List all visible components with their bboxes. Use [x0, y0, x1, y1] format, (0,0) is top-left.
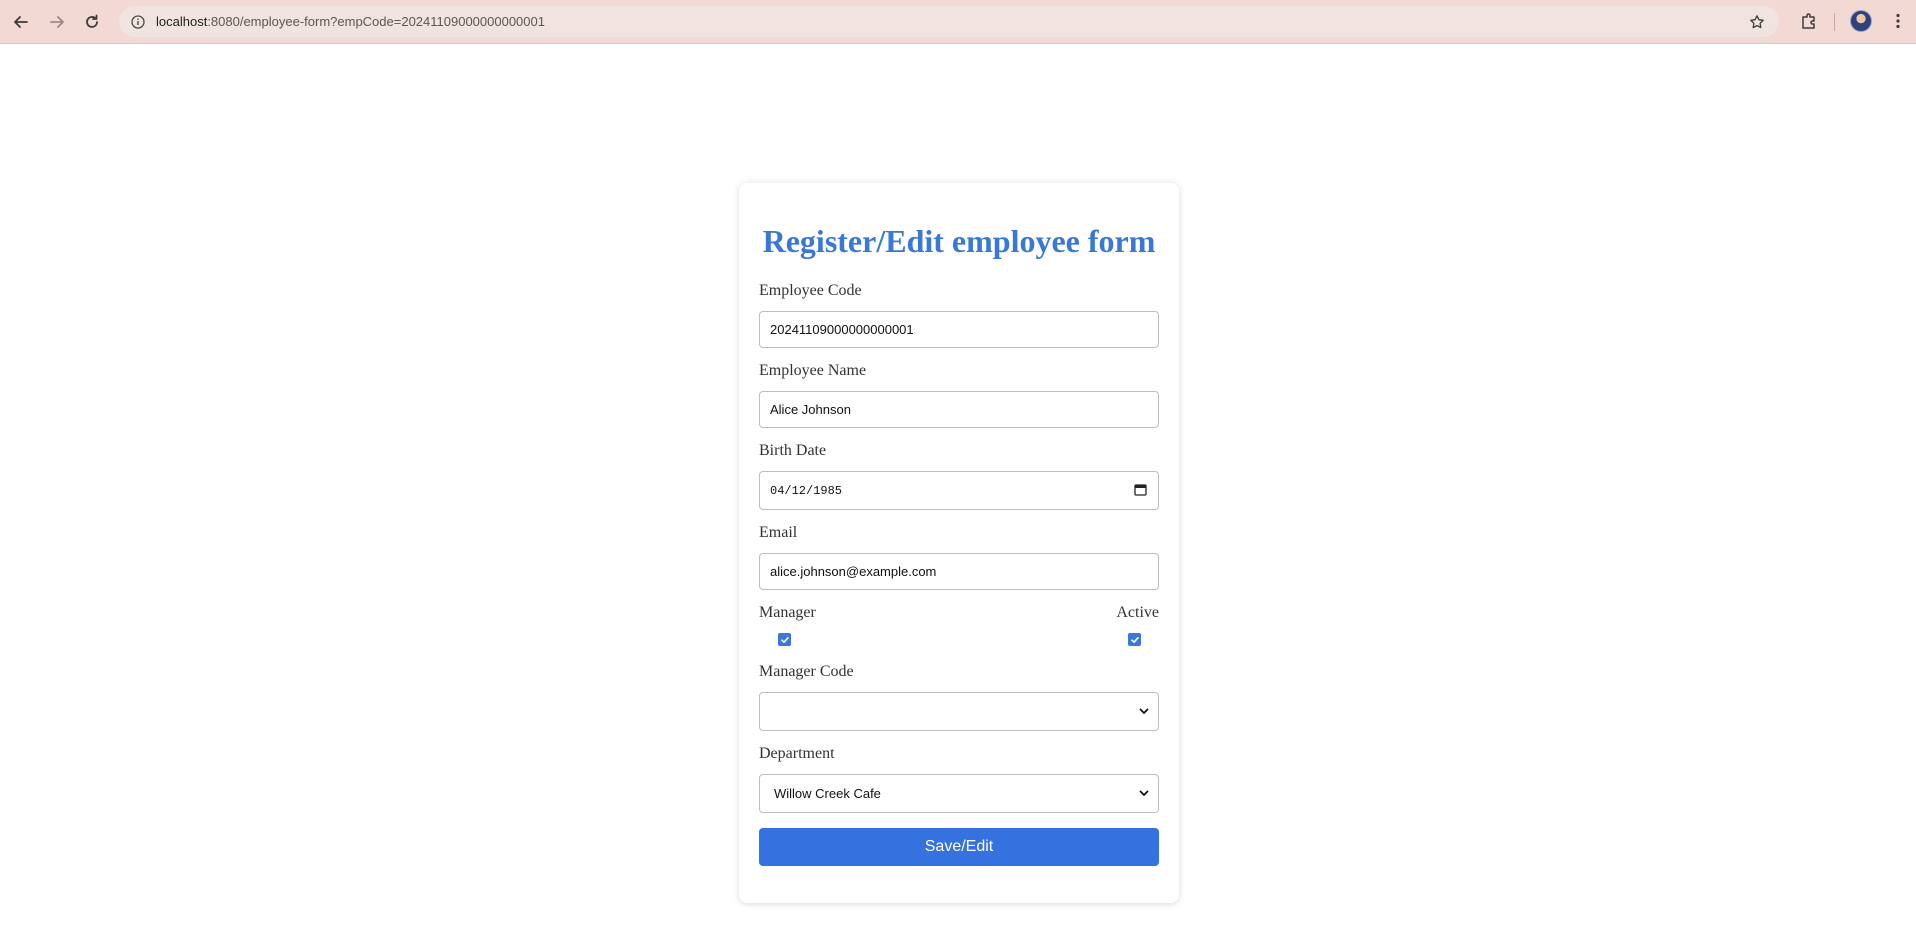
reload-button[interactable] — [78, 8, 106, 36]
more-menu-icon[interactable] — [1888, 9, 1908, 33]
back-button[interactable] — [7, 8, 35, 36]
birth-date-input[interactable]: 04/12/1985 — [759, 471, 1159, 510]
manager-code-label: Manager Code — [759, 663, 854, 680]
site-info-icon[interactable] — [128, 12, 148, 32]
active-checkbox[interactable] — [1128, 633, 1141, 646]
chevron-down-icon — [1139, 790, 1149, 796]
calendar-icon[interactable] — [1134, 483, 1147, 496]
manager-label: Manager — [759, 604, 816, 621]
profile-avatar[interactable] — [1850, 10, 1872, 32]
reload-icon — [86, 14, 98, 28]
birth-date-label: Birth Date — [759, 442, 827, 459]
forward-button[interactable] — [43, 8, 71, 36]
employee-name-input[interactable]: Alice Johnson — [759, 391, 1159, 428]
email-label: Email — [759, 524, 798, 541]
email-input[interactable]: alice.johnson@example.com — [759, 553, 1159, 590]
department-label: Department — [759, 745, 835, 762]
employee-code-label: Employee Code — [759, 282, 862, 299]
url-path: :8080/employee-form?empCode=202411090000… — [207, 14, 545, 29]
toolbar-divider — [1834, 13, 1835, 31]
url-host: localhost — [156, 14, 208, 29]
manager-code-select[interactable] — [759, 692, 1159, 731]
checkmark-icon — [780, 636, 789, 643]
birth-date-value: 04/12/1985 — [770, 483, 843, 498]
employee-name-label: Employee Name — [759, 362, 867, 379]
browser-toolbar: localhost:8080/employee-form?empCode=202… — [0, 0, 1916, 44]
save-edit-button[interactable]: Save/Edit — [759, 828, 1159, 866]
employee-code-input[interactable]: 20241109000000000001 — [759, 311, 1159, 348]
address-bar[interactable]: localhost:8080/employee-form?empCode=202… — [119, 6, 1779, 37]
employee-form-card: Register/Edit employee form Employee Cod… — [739, 183, 1179, 903]
url-text: localhost:8080/employee-form?empCode=202… — [156, 14, 545, 29]
employee-code-value: 20241109000000000001 — [770, 322, 914, 337]
page-title: Register/Edit employee form — [762, 223, 1156, 259]
department-select[interactable]: Willow Creek Cafe — [759, 774, 1159, 813]
manager-checkbox[interactable] — [778, 633, 791, 646]
department-value: Willow Creek Cafe — [774, 786, 881, 801]
email-value: alice.johnson@example.com — [770, 564, 937, 579]
arrow-left-icon — [14, 16, 28, 28]
chevron-down-icon — [1139, 708, 1149, 714]
checkmark-icon — [1130, 636, 1139, 643]
extensions-icon[interactable] — [1797, 9, 1821, 33]
employee-name-value: Alice Johnson — [770, 402, 851, 417]
bookmark-star-icon[interactable] — [1747, 12, 1767, 32]
active-label: Active — [1116, 604, 1159, 621]
arrow-right-icon — [50, 16, 64, 28]
